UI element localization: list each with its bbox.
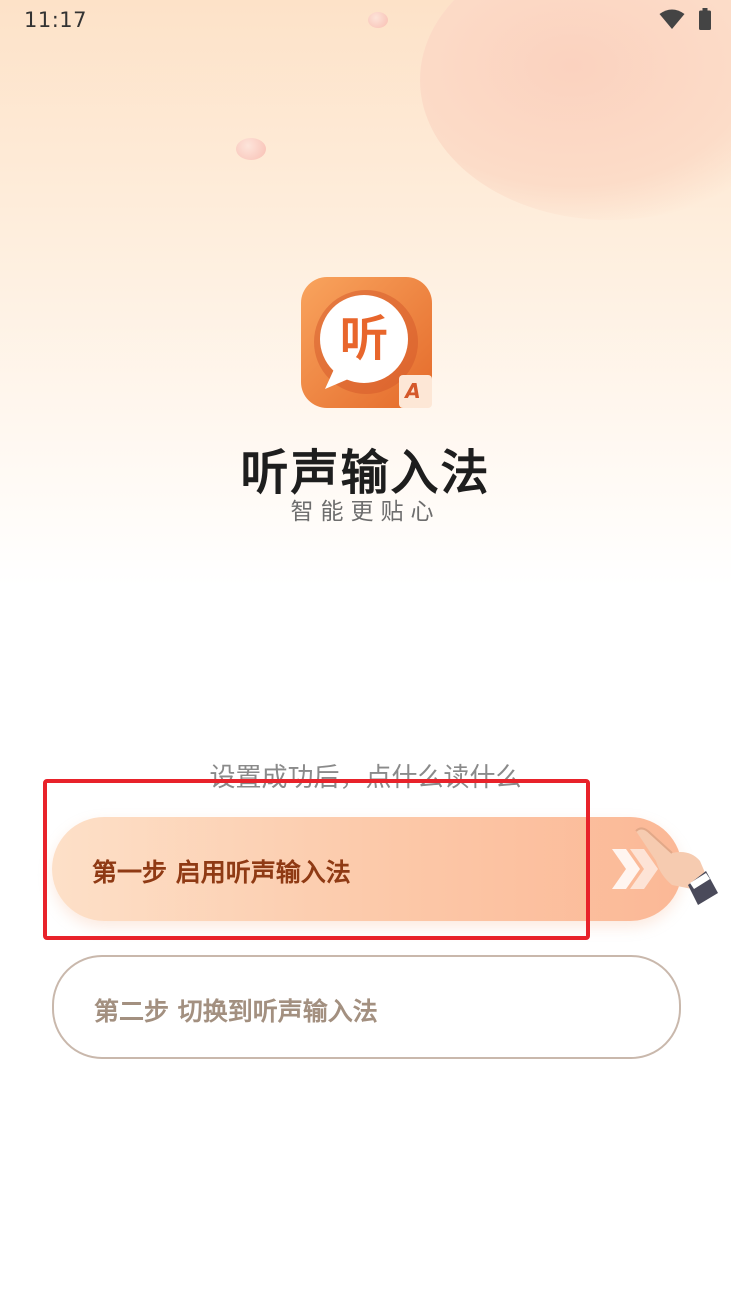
app-logo-badge: A [405,379,421,403]
app-slogan: 智能更贴心 [290,499,441,525]
app-logo-glyph: 听 [339,311,388,367]
status-bar: 11:17 [0,0,731,40]
wifi-icon [659,9,685,29]
status-time: 11:17 [24,8,88,32]
pointing-hand-icon [635,827,718,905]
step2-label: 第二步 切换到听声输入法 [94,997,378,1026]
app-logo-icon: 听 A [301,277,432,408]
highlight-box [43,779,590,940]
setup-screen: 11:17 听 A 听声输入法 智能更贴心 设置成功后，点什么读什么 第一步 启… [0,0,731,1303]
decorative-bubble [236,138,266,160]
status-icons [659,8,711,30]
step2-switch-button[interactable]: 第二步 切换到听声输入法 [52,955,681,1059]
battery-icon [699,8,711,30]
